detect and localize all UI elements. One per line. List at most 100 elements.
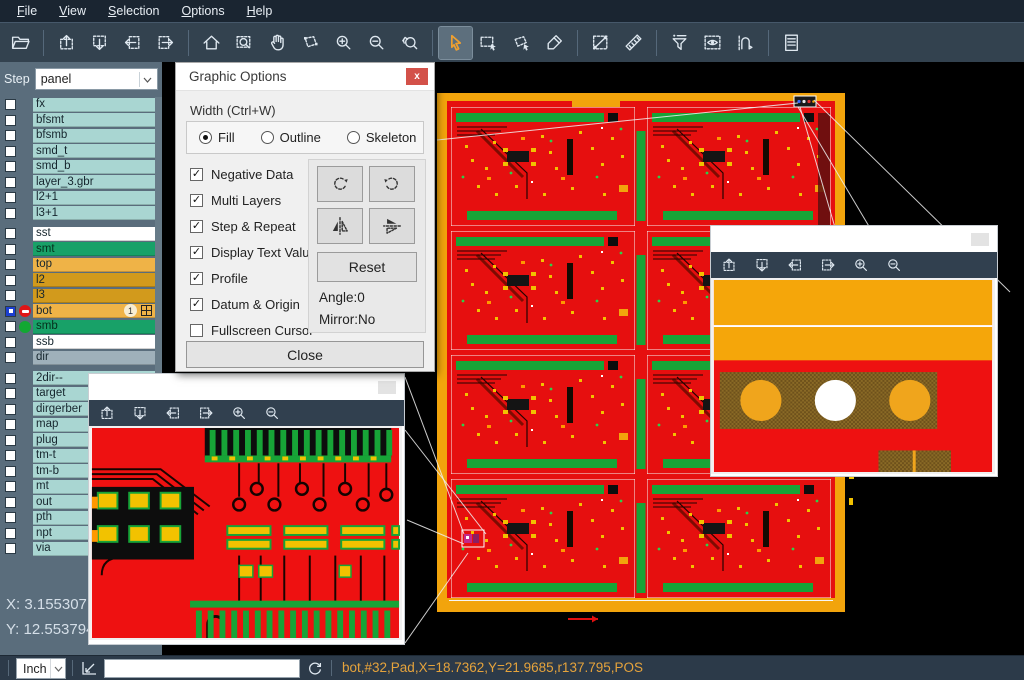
layer-checkbox[interactable] — [5, 306, 16, 317]
pan-right-button[interactable] — [149, 27, 182, 59]
pan-down-button[interactable] — [128, 402, 152, 424]
layer-row-smt[interactable]: smt — [0, 242, 162, 258]
pan-left-button[interactable] — [161, 402, 185, 424]
zoom-in-button[interactable] — [327, 27, 360, 59]
layer-row-l3+1[interactable]: l3+1 — [0, 206, 162, 222]
snap-corner-icon[interactable] — [80, 659, 100, 677]
zoom-in-button[interactable] — [849, 254, 873, 276]
layer-checkbox[interactable] — [5, 497, 16, 508]
radio-outline[interactable]: Outline — [261, 130, 321, 145]
pan-right-button[interactable] — [816, 254, 840, 276]
checkbox-box[interactable]: ✓ — [190, 298, 203, 311]
layer-row-bot[interactable]: bot1 — [0, 304, 162, 320]
radio-circle[interactable] — [347, 131, 360, 144]
layer-checkbox[interactable] — [5, 290, 16, 301]
layer-checkbox[interactable] — [5, 146, 16, 157]
layer-row-l2+1[interactable]: l2+1 — [0, 190, 162, 206]
filter-button[interactable] — [663, 27, 696, 59]
menu-view[interactable]: View — [48, 1, 97, 21]
dialog-close-button[interactable]: x — [406, 68, 428, 85]
layer-row-dir[interactable]: dir — [0, 350, 162, 366]
checkbox-datum-origin[interactable]: ✓Datum & Origin — [190, 291, 317, 317]
layer-row-ssb[interactable]: ssb — [0, 335, 162, 351]
checkbox-box[interactable]: ✓ — [190, 194, 203, 207]
checkbox-profile[interactable]: ✓Profile — [190, 265, 317, 291]
magnifier-title-bar[interactable] — [89, 374, 404, 400]
clean-button[interactable] — [538, 27, 571, 59]
pan-down-button[interactable] — [750, 254, 774, 276]
layer-checkbox[interactable] — [5, 419, 16, 430]
layer-checkbox[interactable] — [5, 512, 16, 523]
layer-row-smd_b[interactable]: smd_b — [0, 159, 162, 175]
select-rect-button[interactable] — [472, 27, 505, 59]
radio-skeleton[interactable]: Skeleton — [347, 130, 417, 145]
checkbox-multi-layers[interactable]: ✓Multi Layers — [190, 187, 317, 213]
layer-checkbox[interactable] — [5, 244, 16, 255]
ruler-button[interactable] — [617, 27, 650, 59]
pan-up-button[interactable] — [95, 402, 119, 424]
layer-checkbox[interactable] — [5, 466, 16, 477]
select-button[interactable] — [439, 27, 472, 59]
flip-horizontal-button[interactable] — [317, 208, 363, 244]
checkbox-box[interactable] — [190, 324, 203, 337]
layer-checkbox[interactable] — [5, 115, 16, 126]
highlight-net-button[interactable] — [729, 27, 762, 59]
zoom-in-button[interactable] — [227, 402, 251, 424]
reset-button[interactable]: Reset — [317, 252, 417, 282]
layer-row-layer_3.gbr[interactable]: layer_3.gbr — [0, 175, 162, 191]
layer-checkbox[interactable] — [5, 388, 16, 399]
layer-row-smd_t[interactable]: smd_t — [0, 144, 162, 160]
layer-row-smb[interactable]: smb — [0, 319, 162, 335]
select-poly-button[interactable] — [505, 27, 538, 59]
pan-left-button[interactable] — [116, 27, 149, 59]
zoom-window-button[interactable] — [228, 27, 261, 59]
layer-checkbox[interactable] — [5, 321, 16, 332]
zoom-out-button[interactable] — [360, 27, 393, 59]
step-select[interactable]: panel — [35, 68, 158, 90]
measure-button[interactable] — [584, 27, 617, 59]
zoom-out-button[interactable] — [260, 402, 284, 424]
zoom-source-rect-top[interactable] — [794, 96, 816, 107]
pan-up-button[interactable] — [717, 254, 741, 276]
layer-checkbox[interactable] — [5, 208, 16, 219]
pan-up-button[interactable] — [50, 27, 83, 59]
zoom-previous-button[interactable] — [393, 27, 426, 59]
layer-row-sst[interactable]: sst — [0, 226, 162, 242]
checkbox-step-repeat[interactable]: ✓Step & Repeat — [190, 213, 317, 239]
menu-file[interactable]: File — [6, 1, 48, 21]
menu-selection[interactable]: Selection — [97, 1, 170, 21]
layer-checkbox[interactable] — [5, 528, 16, 539]
layer-checkbox[interactable] — [5, 373, 16, 384]
layer-row-l3[interactable]: l3 — [0, 288, 162, 304]
layer-checkbox[interactable] — [5, 435, 16, 446]
layer-checkbox[interactable] — [5, 259, 16, 270]
radio-circle[interactable] — [261, 131, 274, 144]
report-button[interactable] — [775, 27, 808, 59]
refresh-icon[interactable] — [306, 659, 324, 677]
layer-checkbox[interactable] — [5, 130, 16, 141]
menu-options[interactable]: Options — [170, 1, 235, 21]
move-vertex-button[interactable] — [294, 27, 327, 59]
checkbox-box[interactable]: ✓ — [190, 168, 203, 181]
radio-circle[interactable] — [199, 131, 212, 144]
magnifier-minimize-button[interactable] — [971, 233, 989, 246]
rotate-cw-button[interactable] — [317, 166, 363, 202]
menu-help[interactable]: Help — [236, 1, 284, 21]
command-input[interactable] — [104, 659, 300, 678]
pan-left-button[interactable] — [783, 254, 807, 276]
checkbox-box[interactable]: ✓ — [190, 272, 203, 285]
magnifier-pcb-detail-left[interactable] — [89, 426, 402, 640]
layer-row-bfsmt[interactable]: bfsmt — [0, 113, 162, 129]
layer-checkbox[interactable] — [5, 450, 16, 461]
pan-down-button[interactable] — [83, 27, 116, 59]
magnifier-title-bar[interactable] — [711, 226, 997, 252]
close-button[interactable]: Close — [186, 341, 424, 368]
zoom-out-button[interactable] — [882, 254, 906, 276]
layer-checkbox[interactable] — [5, 192, 16, 203]
layer-checkbox[interactable] — [5, 543, 16, 554]
layer-checkbox[interactable] — [5, 404, 16, 415]
pan-right-button[interactable] — [194, 402, 218, 424]
radio-fill[interactable]: Fill — [199, 130, 235, 145]
layer-checkbox[interactable] — [5, 228, 16, 239]
view-options-button[interactable] — [696, 27, 729, 59]
